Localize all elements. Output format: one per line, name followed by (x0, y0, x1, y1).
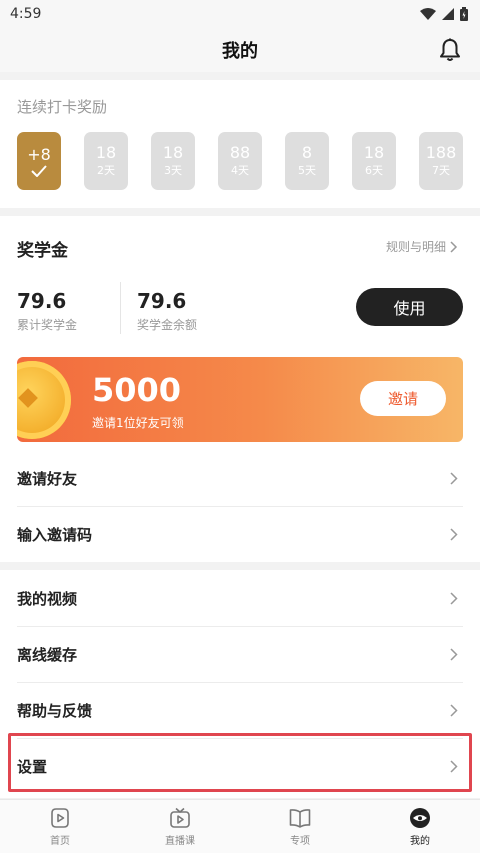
day-points: 188 (425, 143, 457, 162)
page-title: 我的 (222, 41, 258, 62)
tab-live[interactable]: 直播课 (120, 800, 240, 853)
tab-label: 直播课 (165, 836, 195, 847)
balance-value: 79.6 (137, 289, 187, 313)
checkin-day-3[interactable]: 18 3天 (151, 132, 195, 190)
status-bar: 4:59 (0, 0, 480, 28)
page-header: 我的 (0, 28, 480, 72)
day-label: 5天 (298, 164, 316, 177)
menu-offline-cache[interactable]: 离线缓存 (0, 627, 480, 682)
checkin-day-6[interactable]: 18 6天 (352, 132, 396, 190)
signal-icon (442, 8, 454, 20)
day-points: +8 (27, 145, 51, 164)
bonus-description: 邀请1位好友可领 (92, 416, 184, 430)
menu-enter-invite-code[interactable]: 输入邀请码 (0, 507, 480, 562)
checkin-day-5[interactable]: 8 5天 (285, 132, 329, 190)
invite-button[interactable]: 邀请 (360, 381, 446, 416)
day-points: 18 (363, 143, 385, 162)
chevron-right-icon (450, 704, 458, 717)
day-label: 2天 (97, 164, 115, 177)
coin-icon (17, 361, 71, 439)
day-points: 8 (301, 143, 313, 162)
day-label: 7天 (432, 164, 450, 177)
tv-icon (170, 807, 190, 828)
profile-face-icon (410, 808, 430, 828)
menu-label: 邀请好友 (17, 470, 78, 488)
menu-label: 输入邀请码 (17, 526, 93, 544)
day-label: 6天 (365, 164, 383, 177)
checkin-days: +8 18 2天 18 3天 88 4天 8 5天 18 6天 188 7天 (17, 132, 463, 190)
menu-label: 设置 (17, 758, 48, 776)
stat-divider (120, 282, 121, 334)
menu-settings[interactable]: 设置 (0, 739, 480, 794)
chevron-right-icon (450, 592, 458, 605)
rules-link-label: 规则与明细 (385, 240, 446, 254)
balance-caption: 奖学金余额 (137, 318, 198, 332)
checkin-day-7[interactable]: 188 7天 (419, 132, 463, 190)
day-label: 3天 (164, 164, 182, 177)
invite-banner[interactable]: 5000 邀请1位好友可领 邀请 (17, 357, 463, 442)
checkin-day-1[interactable]: +8 (17, 132, 61, 190)
use-button[interactable]: 使用 (356, 288, 463, 326)
total-scholarship-caption: 累计奖学金 (17, 318, 78, 332)
chevron-right-icon (450, 472, 458, 485)
chevron-right-icon (450, 760, 458, 773)
checkin-rewards-card: 连续打卡奖励 +8 18 2天 18 3天 88 4天 8 5天 18 6天 1… (0, 80, 480, 208)
rules-link[interactable]: 规则与明细 (386, 238, 458, 255)
day-points: 18 (162, 143, 184, 162)
checkin-day-2[interactable]: 18 2天 (84, 132, 128, 190)
tab-home[interactable]: 首页 (0, 800, 120, 853)
chevron-right-icon (450, 648, 458, 661)
checkin-day-4[interactable]: 88 4天 (218, 132, 262, 190)
wifi-icon (420, 8, 436, 20)
day-label: 4天 (231, 164, 249, 177)
menu-invite-friends[interactable]: 邀请好友 (0, 451, 480, 506)
chevron-right-icon (450, 528, 458, 541)
play-circle-icon (51, 808, 69, 828)
menu-help-feedback[interactable]: 帮助与反馈 (0, 683, 480, 738)
book-icon (289, 809, 311, 828)
checkin-title: 连续打卡奖励 (17, 98, 108, 116)
bottom-tab-bar: 首页 直播课 专项 我的 (0, 799, 480, 853)
tab-label: 我的 (410, 836, 430, 847)
bonus-amount: 5000 (92, 371, 182, 409)
notification-button[interactable] (436, 36, 464, 64)
tab-label: 首页 (50, 836, 70, 847)
total-scholarship-value: 79.6 (17, 289, 67, 313)
tab-label: 专项 (290, 836, 310, 847)
status-icons (420, 7, 468, 21)
bell-icon (440, 38, 460, 61)
battery-icon (460, 7, 468, 21)
chevron-right-icon (450, 240, 458, 253)
menu-label: 离线缓存 (17, 646, 78, 664)
section-gap (0, 562, 480, 570)
tab-topics[interactable]: 专项 (240, 800, 360, 853)
scholarship-title: 奖学金 (17, 241, 68, 261)
day-points: 88 (229, 143, 251, 162)
total-scholarship: 79.6 累计奖学金 (17, 288, 77, 333)
menu-label: 帮助与反馈 (17, 702, 93, 720)
tab-mine[interactable]: 我的 (360, 800, 480, 853)
status-time: 4:59 (10, 6, 42, 22)
menu-label: 我的视频 (17, 590, 78, 608)
check-icon (31, 165, 47, 177)
menu-my-videos[interactable]: 我的视频 (0, 571, 480, 626)
day-points: 18 (95, 143, 117, 162)
scholarship-balance: 79.6 奖学金余额 (137, 288, 197, 333)
